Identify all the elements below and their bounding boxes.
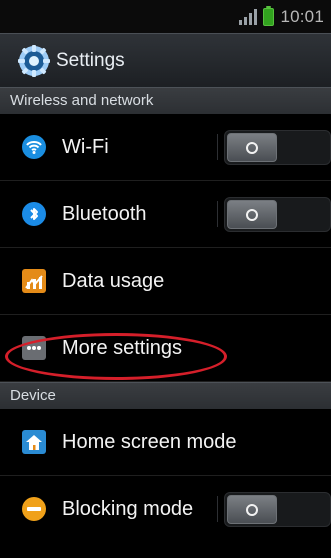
settings-item-bluetooth[interactable]: Bluetooth — [0, 181, 331, 248]
blocking-icon — [22, 497, 46, 521]
toggle-knob[interactable] — [227, 133, 277, 162]
data-usage-label: Data usage — [62, 270, 165, 292]
settings-item-wifi[interactable]: Wi-Fi — [0, 114, 331, 181]
toggle-knob[interactable] — [227, 200, 277, 229]
status-indicators: 10:01 — [239, 6, 324, 28]
page-title: Settings — [56, 50, 125, 71]
blocking-mode-toggle[interactable] — [224, 492, 331, 527]
gear-icon — [17, 44, 51, 78]
bluetooth-toggle[interactable] — [224, 197, 331, 232]
section-device: Device — [0, 382, 331, 410]
battery-icon — [263, 6, 275, 26]
wifi-toggle[interactable] — [224, 130, 331, 165]
android-settings-screen: 10:01 Settings Wireless and network Wi-F… — [0, 0, 331, 558]
settings-item-home-screen-mode[interactable]: Home screen mode — [0, 409, 331, 476]
blocking-mode-label: Blocking mode — [62, 498, 194, 520]
row-divider — [217, 496, 218, 522]
section-label: Wireless and network — [10, 92, 154, 109]
row-divider — [217, 134, 218, 160]
signal-icon — [239, 9, 258, 25]
more-dots-icon — [22, 336, 46, 360]
settings-item-blocking-mode[interactable]: Blocking mode — [0, 476, 331, 542]
bluetooth-label: Bluetooth — [62, 203, 147, 225]
row-divider — [217, 201, 218, 227]
section-wireless-network: Wireless and network — [0, 87, 331, 115]
toggle-knob[interactable] — [227, 495, 277, 524]
settings-item-data-usage[interactable]: Data usage — [0, 248, 331, 315]
status-bar: 10:01 — [0, 0, 331, 34]
settings-item-more-settings[interactable]: More settings — [0, 315, 331, 382]
home-icon — [22, 430, 46, 454]
wifi-icon — [22, 135, 46, 159]
bluetooth-icon — [22, 202, 46, 226]
data-usage-icon — [22, 269, 46, 293]
status-time: 10:01 — [280, 7, 324, 26]
wifi-label: Wi-Fi — [62, 136, 109, 158]
section-label: Device — [10, 387, 56, 404]
home-screen-mode-label: Home screen mode — [62, 431, 237, 453]
more-settings-label: More settings — [62, 337, 183, 359]
settings-action-bar[interactable]: Settings — [0, 33, 331, 89]
